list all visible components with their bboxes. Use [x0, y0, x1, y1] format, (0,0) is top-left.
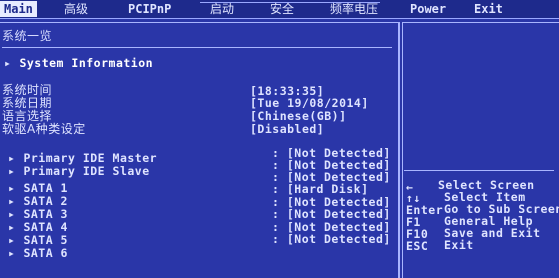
tab-power[interactable]: Power [410, 2, 446, 16]
device-status: [Not Detected] [286, 207, 391, 221]
device-label: SATA 6 [23, 246, 68, 260]
submenu-arrow-icon: ▸ [4, 56, 12, 70]
tab-security[interactable]: 安全 [270, 2, 294, 16]
tab-pcipnp[interactable]: PCIPnP [128, 2, 171, 16]
device-label: SATA 2 [23, 194, 68, 208]
bios-screen: Main 高级 PCIPnP 启动 安全 频率电压 Power Exit 系统一… [0, 0, 559, 278]
device-label: SATA 1 [23, 181, 68, 195]
panel-title: 系统一览 [2, 29, 53, 43]
submenu-arrow-icon: ▸ [8, 220, 16, 234]
device-status: [Not Detected] [286, 232, 391, 246]
title-divider [2, 47, 392, 48]
submenu-arrow-icon: ▸ [8, 207, 16, 221]
device-label: SATA 3 [23, 207, 68, 221]
field-label-floppy-a: 软驱A种类设定 [2, 122, 86, 136]
floppy-a-value[interactable]: [Disabled] [250, 123, 324, 136]
tab-boot[interactable]: 启动 [210, 2, 234, 16]
device-primary-ide-slave[interactable]: ▸ Primary IDE Slave [8, 165, 150, 178]
tab-exit[interactable]: Exit [474, 2, 503, 16]
device-label: SATA 4 [23, 220, 68, 234]
device-status: [Hard Disk] [286, 182, 369, 196]
device-label: Primary IDE Slave [23, 164, 150, 178]
help-key: ESC [406, 239, 429, 253]
device-sata-6[interactable]: ▸ SATA 6 [8, 247, 68, 260]
submenu-arrow-icon: ▸ [8, 233, 16, 247]
help-divider [404, 170, 554, 171]
submenu-arrow-icon: ▸ [8, 246, 16, 260]
help-desc: Exit [444, 238, 474, 252]
system-information-label: System Information [19, 56, 154, 70]
menu-bar: Main 高级 PCIPnP 启动 安全 频率电压 Power Exit [0, 0, 559, 19]
tab-main[interactable]: Main [0, 1, 37, 17]
device-value: : [Not Detected] [272, 232, 391, 246]
submenu-arrow-icon: ▸ [8, 194, 16, 208]
submenu-arrow-icon: ▸ [8, 151, 16, 165]
submenu-arrow-icon: ▸ [8, 181, 16, 195]
submenu-arrow-icon: ▸ [8, 164, 16, 178]
tab-frequency-voltage[interactable]: 频率电压 [330, 2, 378, 16]
tab-advanced[interactable]: 高级 [64, 2, 88, 16]
device-label: SATA 5 [23, 233, 68, 247]
device-label: Primary IDE Master [23, 151, 158, 165]
system-information-item[interactable]: ▸ System Information [4, 57, 153, 70]
